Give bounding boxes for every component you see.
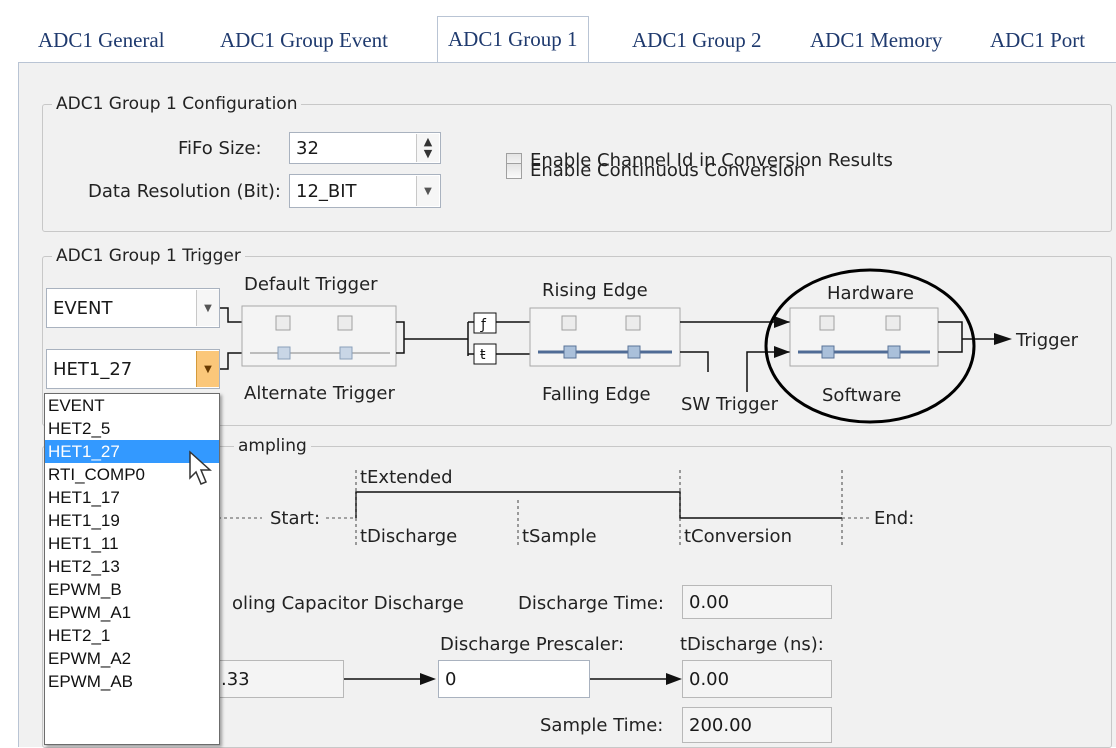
capacitor-discharge-label: oling Capacitor Discharge (232, 593, 464, 614)
dropdown-option[interactable]: HET2_13 (45, 555, 219, 578)
dropdown-option[interactable]: EPWM_A2 (45, 647, 219, 670)
dropdown-option[interactable]: EPWM_B (45, 578, 219, 601)
discharge-prescaler-label: Discharge Prescaler: (440, 634, 625, 655)
dropdown-option[interactable]: EPWM_AB (45, 670, 219, 693)
discharge-time-field: 0.00 (682, 585, 832, 619)
sample-time-value: 200.00 (689, 714, 752, 736)
tdischarge-ns-field: 0.00 (682, 660, 832, 698)
discharge-time-label: Discharge Time: (518, 593, 664, 614)
t-conversion-label: tConversion (684, 526, 792, 547)
sample-time-field: 200.00 (682, 707, 832, 743)
t-discharge-label: tDischarge (360, 526, 458, 547)
dropdown-option[interactable]: EVENT (45, 394, 219, 417)
start-label: Start: (270, 508, 321, 529)
dropdown-option[interactable]: EPWM_A1 (45, 601, 219, 624)
dropdown-option[interactable]: HET2_5 (45, 417, 219, 440)
sample-time-label: Sample Time: (540, 715, 664, 736)
t-extended-label: tExtended (360, 467, 453, 488)
discharge-prescaler-value: 0 (445, 668, 457, 690)
discharge-prescaler-input[interactable]: 0 (438, 660, 590, 698)
dropdown-option[interactable]: HET1_19 (45, 509, 219, 532)
mouse-pointer-icon (189, 450, 212, 485)
alternate-trigger-dropdown-list[interactable]: EVENT HET2_5 HET1_27 RTI_COMP0 HET1_17 H… (44, 393, 220, 745)
tdischarge-ns-value: 0.00 (689, 668, 730, 690)
tdischarge-ns-label: tDischarge (ns): (680, 634, 824, 655)
discharge-time-value: 0.00 (689, 591, 730, 613)
dropdown-option[interactable]: HET2_1 (45, 624, 219, 647)
dropdown-option[interactable]: HET1_11 (45, 532, 219, 555)
t-sample-label: tSample (522, 526, 597, 547)
clock-value: .33 (221, 668, 250, 690)
end-label: End: (874, 508, 915, 529)
